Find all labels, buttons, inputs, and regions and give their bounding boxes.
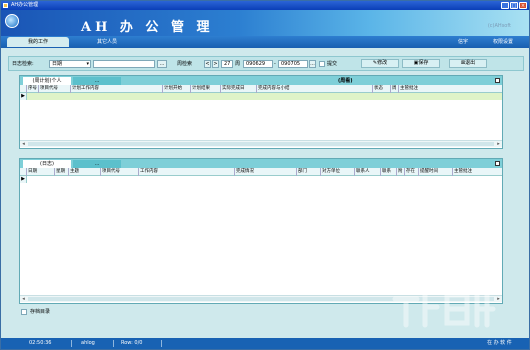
archive-label: 存档目录: [30, 309, 51, 315]
save-button[interactable]: ▣保存: [402, 59, 440, 68]
app-title: AH 办 公 管 理: [81, 20, 214, 35]
tab-other-staff[interactable]: 其它人员: [77, 37, 137, 47]
submit-checkbox[interactable]: [319, 61, 325, 67]
status-user: ahlog: [81, 340, 95, 346]
status-right: 在 办 软 件: [487, 340, 512, 346]
week-search-label: 周检索: [177, 61, 193, 67]
plan-col-project[interactable]: 项目代号: [39, 85, 71, 93]
scroll-right-icon[interactable]: ▸: [495, 141, 502, 147]
scroll-left-icon[interactable]: ◂: [20, 141, 27, 147]
search-more-button[interactable]: ...: [157, 60, 167, 68]
status-bar: 02:50:36 ahlog Row: 0/0 在 办 软 件: [1, 338, 529, 349]
row-pointer-icon[interactable]: ▶: [20, 176, 27, 183]
table-row[interactable]: [27, 93, 502, 100]
status-separator: [113, 340, 114, 347]
date-picker-button[interactable]: ...: [309, 60, 316, 68]
log-col-contact-info[interactable]: 联系: [381, 168, 397, 176]
plan-horizontal-scrollbar[interactable]: ◂ ▸: [20, 140, 502, 147]
status-rows: Row: 0/0: [121, 340, 143, 346]
tab-daily-log[interactable]: (日志): [23, 160, 71, 168]
search-type-select[interactable]: 日期 ▾: [49, 60, 91, 68]
chevron-down-icon: ▾: [86, 61, 89, 67]
date-from-field[interactable]: 090629: [243, 60, 273, 68]
nav-bar: 我的工作 其它人员 信宇 权限设置: [1, 36, 529, 48]
plan-grid-header: 序号 项目代号 计划工作内容 计划开始 计划结果 实际完成日 完成内容与小结 状…: [20, 85, 502, 93]
scroll-thumb[interactable]: [28, 142, 494, 146]
log-col-completion[interactable]: 完成情况: [235, 168, 297, 176]
header-banner: AH 办 公 管 理 (c)AHsoft: [1, 10, 529, 36]
plan-col-supervisor[interactable]: 主管批注: [399, 85, 504, 93]
log-col-dept[interactable]: 部门: [297, 168, 321, 176]
plan-col-summary[interactable]: 完成内容与小结: [257, 85, 373, 93]
log-col-supervisor[interactable]: 主管批注: [453, 168, 504, 176]
log-col-date[interactable]: 日期: [27, 168, 55, 176]
tab-permissions[interactable]: 权限设置: [483, 37, 523, 47]
plan-col-week[interactable]: 周: [391, 85, 399, 93]
date-dash: -: [274, 61, 276, 67]
plan-col-plan-content[interactable]: 计划工作内容: [71, 85, 163, 93]
search-label: 日志检索:: [12, 61, 34, 67]
tab-xinyu[interactable]: 信宇: [448, 37, 478, 47]
search-input[interactable]: [93, 60, 155, 68]
plan-panel-header: (周计划)个人 ... (周看): [20, 76, 502, 85]
edit-label: 修改: [377, 60, 388, 66]
archive-checkbox[interactable]: [21, 309, 27, 315]
maximize-button[interactable]: □: [510, 2, 518, 9]
table-row[interactable]: [27, 176, 502, 183]
plan-panel-title: (周看): [338, 78, 353, 84]
row-pointer-icon[interactable]: ▶: [20, 93, 27, 100]
date-to-field[interactable]: 090705: [278, 60, 308, 68]
log-grid-header: 日期 星期 主题 项目代号 工作内容 完成情况 部门 对方单位 联系人 联系 附…: [20, 168, 502, 176]
row-header-corner: [20, 85, 27, 93]
close-button[interactable]: ×: [519, 2, 527, 9]
save-label: 保存: [418, 60, 429, 66]
exit-button[interactable]: ⊠退出: [449, 59, 487, 68]
app-window: AH办公管理 _ □ × AH 办 公 管 理 (c)AHsoft 我的工作 其…: [0, 0, 530, 350]
log-col-attachment[interactable]: 附: [397, 168, 405, 176]
log-col-weekday[interactable]: 星期: [55, 168, 69, 176]
maximize-icon[interactable]: [495, 161, 500, 166]
plan-col-plan-start[interactable]: 计划开始: [163, 85, 191, 93]
plan-col-seq[interactable]: 序号: [27, 85, 39, 93]
status-time: 02:50:36: [29, 340, 52, 346]
log-col-subject[interactable]: 主题: [69, 168, 101, 176]
tab-weekly-plan-personal[interactable]: (周计划)个人: [23, 77, 71, 85]
logo-icon: [5, 14, 19, 28]
log-panel-header: (日志) ...: [20, 159, 502, 168]
week-number-field[interactable]: 27: [221, 60, 233, 68]
tab-plan-more[interactable]: ...: [73, 77, 121, 85]
search-toolbar: 日志检索: 日期 ▾ ... 周检索 < > 27 周 090629 - 0907…: [8, 56, 524, 71]
plan-col-status[interactable]: 状态: [373, 85, 391, 93]
submit-label: 提交: [327, 61, 338, 67]
prev-week-button[interactable]: <: [204, 60, 211, 68]
window-title: AH办公管理: [11, 2, 39, 8]
log-col-work-content[interactable]: 工作内容: [139, 168, 235, 176]
status-separator: [71, 340, 72, 347]
week-unit-label: 周: [235, 61, 241, 67]
plan-col-actual-done[interactable]: 实际完成日: [221, 85, 257, 93]
log-col-other-unit[interactable]: 对方单位: [321, 168, 355, 176]
title-bar: AH办公管理 _ □ ×: [1, 1, 529, 10]
minimize-button[interactable]: _: [501, 2, 509, 9]
row-header-corner: [20, 168, 27, 176]
edit-button[interactable]: ✎修改: [361, 59, 399, 68]
search-type-value: 日期: [52, 61, 63, 67]
scroll-left-icon[interactable]: ◂: [20, 296, 27, 302]
log-col-reminder[interactable]: 提醒时间: [419, 168, 453, 176]
plan-col-plan-result[interactable]: 计划结果: [191, 85, 221, 93]
exit-label: 退出: [465, 60, 476, 66]
app-icon: [3, 3, 8, 8]
log-col-project[interactable]: 项目代号: [101, 168, 139, 176]
watermark-logo: [392, 290, 496, 328]
log-col-contact[interactable]: 联系人: [355, 168, 381, 176]
weekly-plan-panel: (周计划)个人 ... (周看) 序号 项目代号 计划工作内容 计划开始 计划结…: [19, 75, 503, 149]
log-col-existing[interactable]: 存在: [405, 168, 419, 176]
tab-log-more[interactable]: ...: [73, 160, 121, 168]
next-week-button[interactable]: >: [212, 60, 219, 68]
daily-log-panel: (日志) ... 日期 星期 主题 项目代号 工作内容 完成情况 部门 对方单位…: [19, 158, 503, 304]
banner-subtitle: (c)AHsoft: [487, 23, 511, 29]
maximize-icon[interactable]: [495, 78, 500, 83]
tab-my-work[interactable]: 我的工作: [7, 37, 69, 47]
status-separator: [161, 340, 162, 347]
